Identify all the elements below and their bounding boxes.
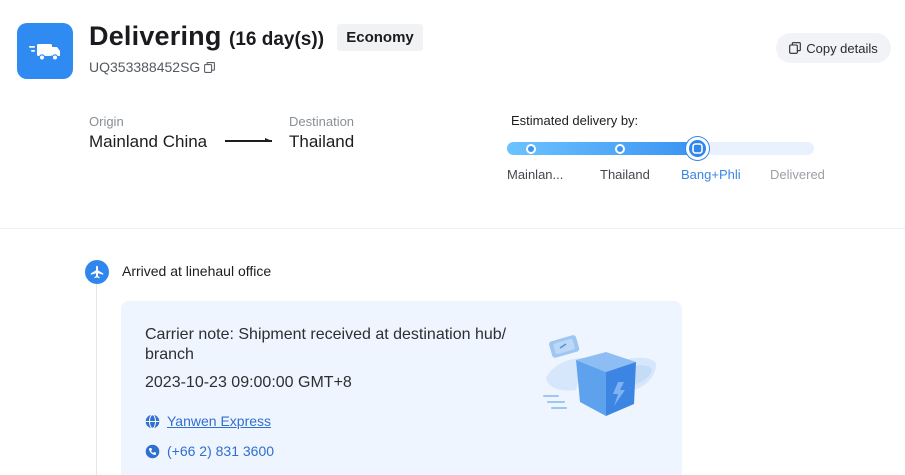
origin-label: Origin [89,114,124,129]
shipment-tracking-page: Delivering (16 day(s)) Economy UQ3533884… [0,0,905,475]
truck-icon [17,23,73,79]
carrier-link[interactable]: Yanwen Express [167,413,271,429]
current-location-icon [692,143,703,154]
shipment-status-title: Delivering [89,21,222,51]
estimated-delivery-label: Estimated delivery by: [511,113,639,128]
progress-step-dot-destination [615,144,625,154]
progress-step-label: Thailand [600,167,650,182]
timeline-line [96,284,97,475]
progress-step-label: Delivered [770,167,825,182]
copy-tracking-number-icon[interactable] [204,61,216,73]
progress-step-dot-origin [526,144,536,154]
progress-step-label: Mainlan... [507,167,564,182]
phone-icon [145,444,160,458]
copy-details-button[interactable]: Copy details [776,33,891,63]
phone-row: (+66 2) 831 3600 [145,443,274,459]
tracking-number-text: UQ353388452SG [89,59,201,75]
progress-current-step-marker [686,137,709,160]
service-level-badge: Economy [337,24,423,51]
event-timestamp: 2023-10-23 09:00:00 GMT+8 [145,374,352,391]
route-arrow-icon [225,138,272,142]
carrier-phone[interactable]: (+66 2) 831 3600 [167,443,274,459]
progress-step-label-current: Bang+Phli [681,167,741,182]
copy-icon [789,42,802,54]
origin-value: Mainland China [89,132,208,151]
transit-days: (16 day(s)) [229,29,325,50]
event-title: Arrived at linehaul office [122,263,272,279]
destination-value: Thailand [289,132,355,151]
section-divider [0,228,905,229]
carrier-row: Yanwen Express [145,413,271,429]
destination-label: Destination [289,114,355,129]
globe-icon [145,413,160,429]
tracking-number: UQ353388452SG [89,59,216,75]
airplane-icon [85,260,109,284]
parcel-illustration [543,335,656,416]
carrier-note: Carrier note: Shipment received at desti… [145,326,507,363]
copy-details-label: Copy details [806,40,878,56]
